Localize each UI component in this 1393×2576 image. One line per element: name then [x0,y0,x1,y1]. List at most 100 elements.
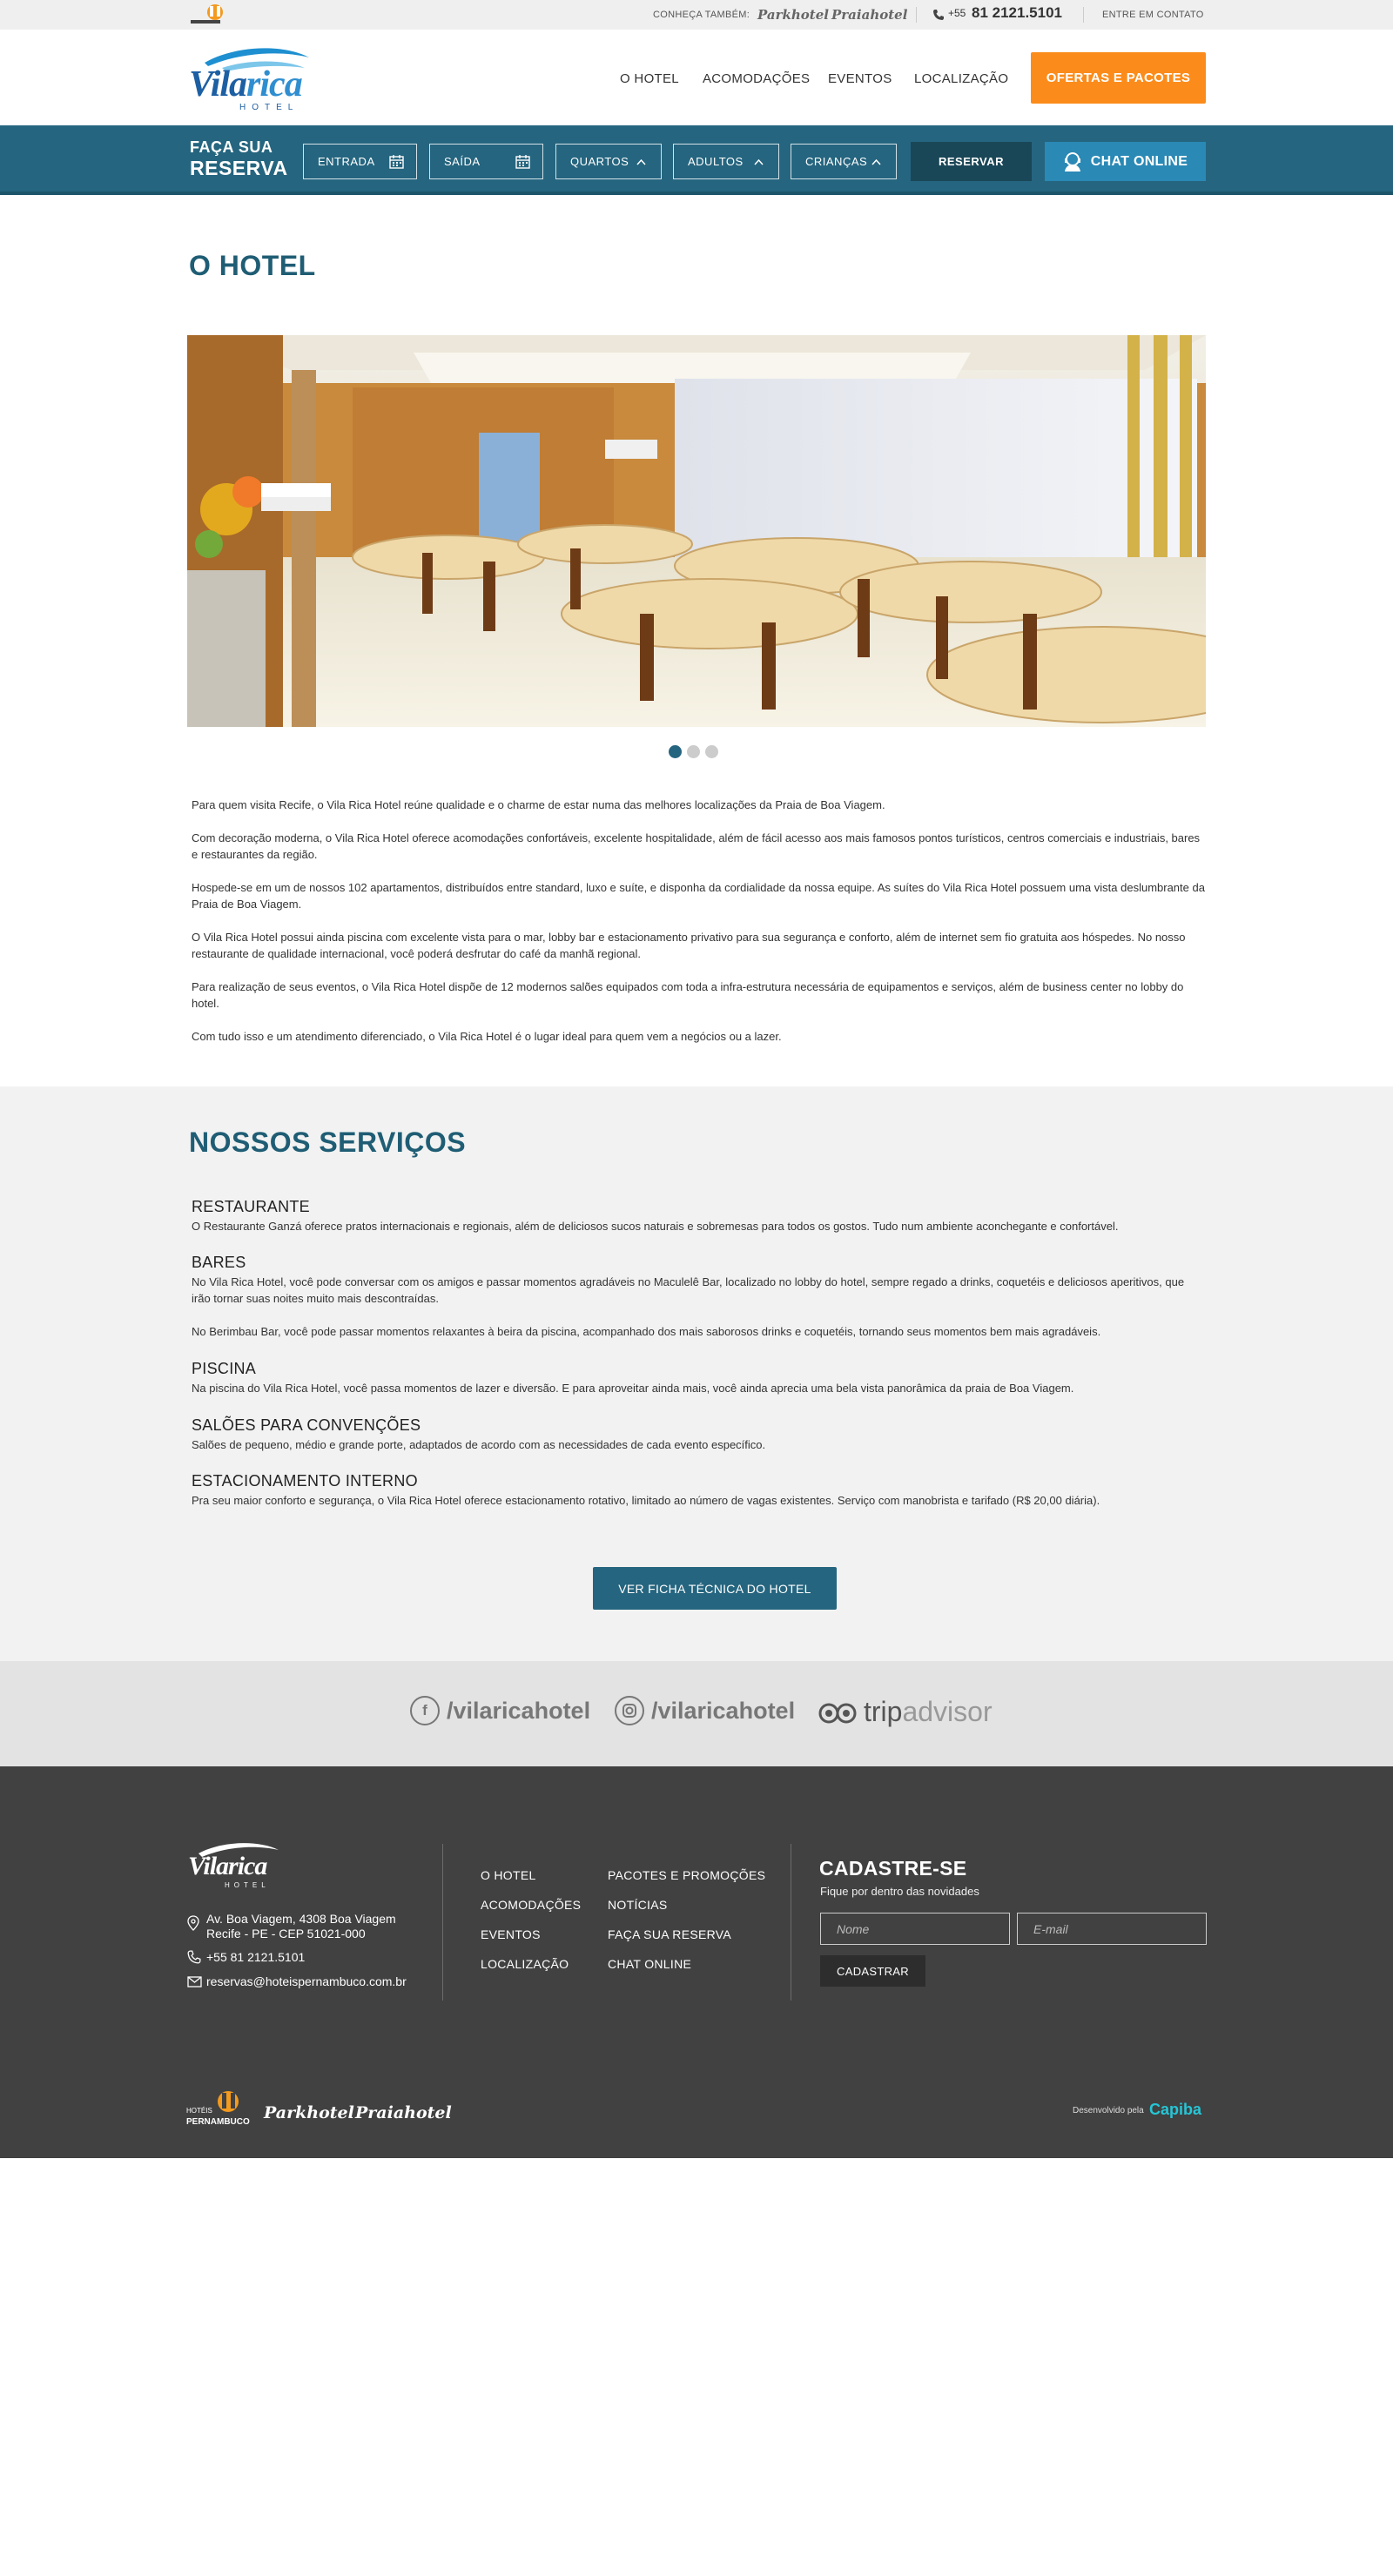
nav-o-hotel[interactable]: O HOTEL [620,71,679,86]
footer-link-acomodacoes[interactable]: ACOMODAÇÕES [481,1898,581,1912]
phone-icon [187,1950,201,1964]
restaurant-photo [187,335,1206,727]
service-name: ESTACIONAMENTO INTERNO [192,1472,418,1490]
footer-link-eventos[interactable]: EVENTOS [481,1927,541,1941]
hotel-paragraph: Para quem visita Recife, o Vila Rica Hot… [192,798,885,811]
slider-dot[interactable] [669,745,682,758]
checkout-field[interactable]: SAÍDA [429,144,543,179]
children-label: CRIANÇAS [805,155,868,168]
hotel-paragraph: O Vila Rica Hotel possui ainda piscina c… [192,931,1186,960]
reserve-button[interactable]: RESERVAR [911,142,1032,181]
newsletter-title: CADASTRE-SE [819,1857,967,1880]
footer-link-noticias[interactable]: NOTÍCIAS [608,1898,668,1912]
tripadvisor-label-a: trip [864,1696,903,1727]
slider-dot[interactable] [687,745,700,758]
footer-link-pacotes[interactable]: PACOTES E PROMOÇÕES [608,1868,765,1882]
instagram-link[interactable]: /vilaricahotel [615,1696,795,1725]
logo-name-b: rica [246,64,303,104]
service-text: O Restaurante Ganzá oferece pratos inter… [192,1220,1119,1233]
hotel-paragraph: Para realização de seus eventos, o Vila … [192,980,1184,1010]
slider-dot[interactable] [705,745,718,758]
facebook-icon: f [410,1696,440,1725]
logo-subtitle: HOTEL [225,1881,270,1889]
checkin-label: ENTRADA [318,155,375,168]
tripadvisor-label: tripadvisor [864,1696,993,1728]
capiba-logo[interactable]: Capiba [1149,2101,1201,2119]
reservation-title: FAÇA SUA RESERVA [190,139,288,178]
location-pin-icon [187,1915,199,1931]
service-item: PISCINA Na piscina do Vila Rica Hotel, v… [192,1360,1206,1396]
hotel-spec-sheet-button[interactable]: VER FICHA TÉCNICA DO HOTEL [593,1567,837,1610]
tripadvisor-link[interactable]: tripadvisor [818,1696,993,1728]
footer-email[interactable]: reservas@hoteispernambuco.com.br [206,1974,407,1988]
contact-link[interactable]: ENTRE EM CONTATO [1102,10,1204,20]
hotel-section-title: O HOTEL [189,250,316,281]
logo-name-a: Vila [188,1852,229,1880]
adults-select[interactable]: ADULTOS [673,144,779,179]
footer-phone[interactable]: +55 81 2121.5101 [206,1950,305,1964]
children-select[interactable]: CRIANÇAS [791,144,897,179]
service-item: SALÕES PARA CONVENÇÕES Salões de pequeno… [192,1416,1206,1453]
footer-link-chat[interactable]: CHAT ONLINE [608,1957,691,1971]
service-text: No Berimbau Bar, você pode passar moment… [192,1325,1101,1338]
instagram-handle: /vilaricahotel [651,1697,796,1724]
footer-link-o-hotel[interactable]: O HOTEL [481,1868,536,1882]
see-also-label: CONHEÇA TAMBÉM: [653,10,750,20]
footer-link-localizacao[interactable]: LOCALIZAÇÃO [481,1957,569,1971]
nav-eventos[interactable]: EVENTOS [828,71,892,86]
service-name: BARES [192,1254,246,1271]
tripadvisor-label-b: advisor [902,1696,993,1727]
parkhotel-footer-logo[interactable]: Parkhotel [264,2103,354,2122]
facebook-link[interactable]: f /vilaricahotel [410,1696,590,1725]
divider [916,7,917,23]
chat-online-label: CHAT ONLINE [1090,153,1188,169]
praiahotel-footer-logo[interactable]: Praiahotel [355,2103,452,2122]
newsletter-subtitle: Fique por dentro das novidades [820,1885,979,1898]
service-item: BARES No Vila Rica Hotel, você pode conv… [192,1254,1206,1340]
service-item: RESTAURANTE O Restaurante Ganzá oferece … [192,1198,1206,1234]
rooms-select[interactable]: QUARTOS [555,144,662,179]
hoteis-label: HOTÉIS [186,2107,212,2115]
reservation-title-line2: RESERVA [190,157,288,179]
service-item: ESTACIONAMENTO INTERNO Pra seu maior con… [192,1472,1206,1509]
calendar-icon [389,155,404,169]
service-text: Pra seu maior conforto e segurança, o Vi… [192,1494,1100,1507]
newsletter-name-input[interactable]: Nome [820,1913,1010,1945]
instagram-icon [615,1696,644,1725]
footer-logo[interactable]: Vilarica HOTEL [186,1840,282,1892]
phone-number[interactable]: 81 2121.5101 [972,4,1062,22]
hoteis-pernambuco-footer-logo[interactable]: HOTÉIS PERNAMBUCO [186,2089,250,2129]
newsletter-email-input[interactable]: E-mail [1017,1913,1207,1945]
logo-subtitle: HOTEL [239,103,299,112]
divider [1083,7,1084,23]
chevron-up-icon [636,158,646,165]
newsletter-submit-button[interactable]: CADASTRAR [820,1955,925,1987]
service-text: No Vila Rica Hotel, você pode conversar … [192,1275,1185,1305]
service-text: Na piscina do Vila Rica Hotel, você pass… [192,1382,1074,1395]
chat-online-button[interactable]: CHAT ONLINE [1045,142,1206,181]
nav-localizacao[interactable]: LOCALIZAÇÃO [914,71,1008,86]
calendar-icon [515,155,530,169]
checkin-field[interactable]: ENTRADA [303,144,417,179]
checkout-label: SAÍDA [444,155,481,168]
hotel-paragraph: Hospede-se em um de nossos 102 apartamen… [192,881,1205,911]
praiahotel-link[interactable]: Praiahotel [831,7,907,23]
phone-prefix: +55 [948,7,966,19]
phone-icon [933,10,944,20]
hotel-photo-slider[interactable] [187,335,1206,727]
chevron-up-icon [754,158,764,165]
offers-button[interactable]: OFERTAS E PACOTES [1031,52,1206,104]
footer-link-reserva[interactable]: FAÇA SUA RESERVA [608,1927,731,1941]
reservation-title-line1: FAÇA SUA [190,138,273,156]
footer-divider [442,1844,443,2001]
parkhotel-link[interactable]: Parkhotel [757,7,829,23]
tripadvisor-owl-icon [818,1703,857,1723]
nav-acomodacoes[interactable]: ACOMODAÇÕES [703,71,810,86]
hotel-description: Para quem visita Recife, o Vila Rica Hot… [192,797,1206,1061]
vilarica-logo[interactable]: Vilarica HOTEL [187,42,313,116]
hoteis-pernambuco-logo[interactable] [187,3,227,28]
services-title: NOSSOS SERVIÇOS [189,1127,467,1158]
adults-label: ADULTOS [688,155,744,168]
hotel-paragraph: Com tudo isso e um atendimento diferenci… [192,1030,782,1043]
logo-name-b: rica [228,1852,267,1880]
